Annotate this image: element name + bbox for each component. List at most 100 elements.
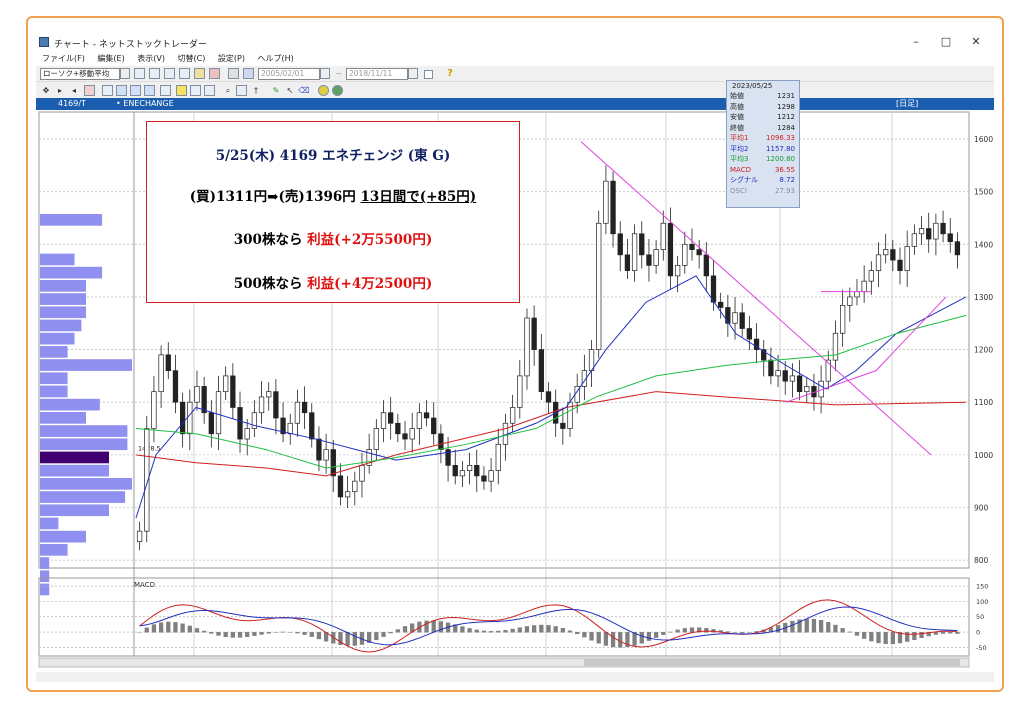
macd-oscillator-bar — [589, 632, 594, 641]
price-tick-label: 800 — [974, 556, 989, 565]
candle-body — [804, 386, 810, 393]
period-label[interactable]: [日足] — [896, 98, 918, 110]
magnify-chart-icon[interactable] — [236, 85, 247, 96]
macd-oscillator-bar — [575, 632, 580, 635]
macd-oscillator-bar — [905, 632, 910, 642]
annotation-profit-500: 利益(+4万2500円) — [307, 276, 433, 292]
alert-icon[interactable] — [176, 85, 187, 96]
candle-body — [172, 370, 179, 403]
macd-oscillator-bar — [582, 632, 587, 638]
chart-type-select[interactable]: ローソク+移動平均 — [40, 68, 120, 80]
search-icon[interactable]: ⌕ — [222, 85, 234, 97]
indicator-icon[interactable] — [84, 85, 95, 96]
date-from-field[interactable]: 2005/02/01 — [258, 68, 320, 80]
chevron-down-icon[interactable] — [120, 68, 130, 79]
macd-oscillator-bar — [309, 632, 314, 637]
candle-body — [136, 530, 143, 543]
macd-oscillator-bar — [890, 632, 895, 645]
candle-body — [466, 465, 473, 471]
price-tick-label: 900 — [974, 503, 989, 512]
chart-layout-icon[interactable] — [134, 68, 145, 79]
menu-view[interactable]: 表示(V) — [137, 54, 165, 63]
cursor-line-icon[interactable]: † — [250, 85, 262, 97]
candle-body — [610, 180, 616, 235]
macd-oscillator-bar — [180, 623, 185, 633]
ohlc-label: 高値 — [730, 102, 744, 111]
scrollbar-thumb[interactable] — [584, 659, 960, 666]
chart-print-icon[interactable] — [209, 68, 220, 79]
crosshair-icon[interactable]: ✥ — [40, 85, 52, 97]
date-from-chevron-icon[interactable] — [320, 68, 330, 79]
volume-profile-bar — [40, 372, 68, 385]
macd-oscillator-bar — [295, 632, 300, 634]
macd-oscillator-bar — [209, 632, 214, 634]
pen-icon[interactable]: ✎ — [270, 85, 282, 97]
price-tick-label: 1600 — [974, 135, 993, 144]
annotation-line-2: (買)1311円➡(売)1396円 13日間で(+85円) — [147, 185, 519, 205]
help-icon[interactable]: ? — [444, 68, 456, 80]
date-range-tilde: ~ — [335, 69, 343, 78]
date-to-field[interactable]: 2018/11/11 — [346, 68, 408, 80]
compare-icon[interactable] — [102, 85, 113, 96]
macd-oscillator-bar — [237, 632, 243, 638]
candle-body — [911, 233, 918, 247]
menu-switch[interactable]: 切替(C) — [178, 54, 206, 63]
chart-layout-3-icon[interactable] — [164, 68, 175, 79]
volume-profile-bar — [40, 451, 109, 464]
date-to-chevron-icon[interactable] — [408, 68, 418, 79]
candle-body — [258, 396, 265, 414]
menu-file[interactable]: ファイル(F) — [42, 54, 85, 63]
maximize-button[interactable]: □ — [932, 34, 960, 50]
menu-edit[interactable]: 編集(E) — [97, 54, 124, 63]
chart-save-icon[interactable] — [194, 68, 205, 79]
color-icon[interactable] — [318, 85, 329, 96]
chart-layout-4-icon[interactable] — [179, 68, 190, 79]
candle-body — [689, 243, 695, 250]
candle-body — [596, 222, 602, 350]
macd-oscillator-bar — [661, 632, 666, 635]
ohlc-row: 始値 1231 — [727, 91, 799, 102]
fibonacci-icon[interactable] — [190, 85, 201, 96]
chart-layout-2-icon[interactable] — [149, 68, 160, 79]
candle-body — [933, 222, 939, 240]
minimize-button[interactable]: – — [902, 34, 930, 50]
macd-oscillator-bar — [869, 632, 874, 642]
macd-oscillator-bar — [639, 632, 644, 644]
candle-body — [438, 433, 444, 450]
palette-icon[interactable] — [332, 85, 343, 96]
date-range-checkbox[interactable] — [424, 70, 433, 79]
envelope-icon[interactable] — [130, 85, 141, 96]
candle-body — [158, 354, 164, 393]
ohlc-row: 安値 1212 — [727, 112, 799, 123]
binoculars-icon[interactable] — [228, 68, 239, 79]
macd-oscillator-bar — [388, 632, 393, 634]
close-button[interactable]: ✕ — [962, 34, 990, 50]
title-bar: チャート - ネットストックトレーダー – □ ✕ — [36, 32, 994, 52]
price-tick-label: 1000 — [974, 451, 993, 460]
eraser-icon[interactable]: ⌫ — [298, 85, 310, 97]
macd-oscillator-bar — [546, 625, 551, 633]
volume-profile-bar — [40, 398, 100, 411]
log-scale-icon[interactable] — [160, 85, 171, 96]
gann-icon[interactable] — [204, 85, 215, 96]
ohlc-value: 1157.80 — [766, 144, 795, 153]
ohlc-row: シグナル 8.72 — [727, 175, 799, 186]
volume-profile-bar — [40, 359, 132, 371]
ohlc-label: MACD — [730, 165, 751, 174]
ohlc-value: 27.93 — [774, 186, 795, 195]
menu-settings[interactable]: 設定(P) — [218, 54, 245, 63]
bollinger-icon[interactable] — [116, 85, 127, 96]
menu-help[interactable]: ヘルプ(H) — [258, 54, 294, 63]
volume-profile-bar — [40, 280, 86, 292]
pointer-icon[interactable]: ↖ — [284, 85, 296, 97]
ohlc-label: 平均3 — [730, 155, 749, 163]
macd-oscillator-bar — [252, 632, 257, 636]
calendar-icon[interactable] — [243, 68, 254, 79]
macd-oscillator-bar — [460, 626, 465, 633]
candle-body — [395, 422, 401, 435]
ichimoku-icon[interactable] — [144, 85, 155, 96]
zoom-out-icon[interactable]: ◂ — [68, 85, 80, 97]
annotation-duration: 13日間で(+85円) — [360, 189, 477, 205]
macd-oscillator-bar — [653, 632, 659, 638]
zoom-in-icon[interactable]: ▸ — [54, 85, 66, 97]
